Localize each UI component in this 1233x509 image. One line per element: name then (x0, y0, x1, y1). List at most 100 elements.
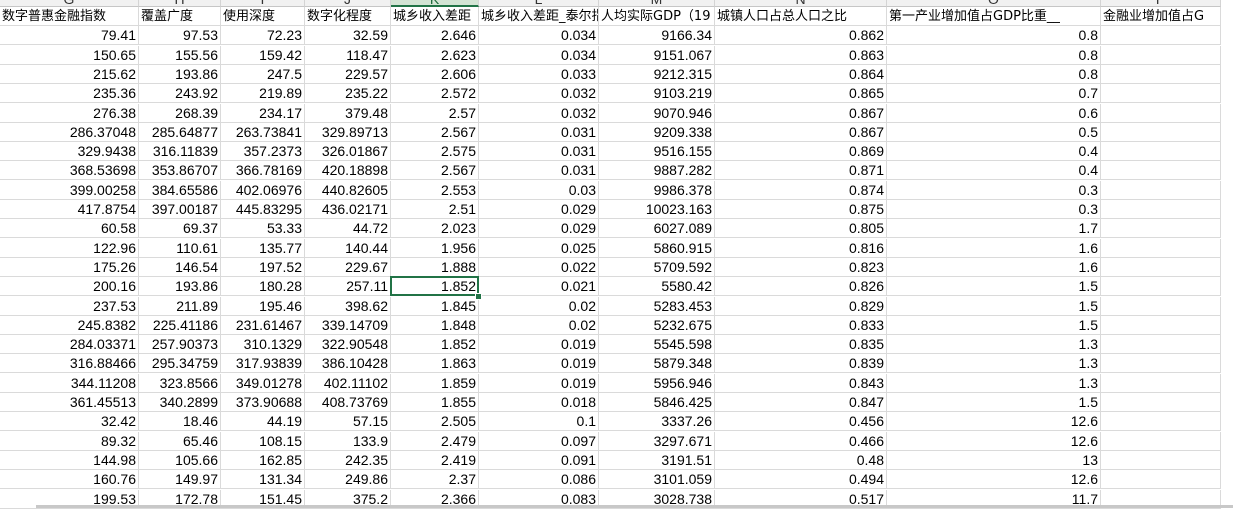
cell-p11[interactable] (1101, 200, 1221, 219)
cell-j7[interactable]: 329.89713 (305, 122, 391, 142)
cell-n24[interactable]: 0.48 (715, 450, 887, 470)
cell-n13[interactable]: 0.816 (715, 238, 887, 258)
cell-h18[interactable]: 257.90373 (139, 335, 221, 355)
cell-m6[interactable]: 9070.946 (599, 103, 715, 123)
header-cell-l[interactable]: 城乡收入差距_泰尔指数 (479, 7, 599, 26)
cell-m3[interactable]: 9151.067 (599, 45, 715, 65)
cell-m11[interactable]: 10023.163 (599, 200, 715, 219)
cell-i19[interactable]: 317.93839 (221, 354, 305, 374)
cell-h12[interactable]: 69.37 (139, 219, 221, 239)
cell-p3[interactable] (1101, 45, 1221, 65)
cell-g3[interactable]: 150.65 (0, 45, 139, 65)
header-cell-p[interactable]: 金融业增加值占G (1101, 7, 1221, 26)
cell-h10[interactable]: 384.65586 (139, 180, 221, 200)
cell-n18[interactable]: 0.835 (715, 335, 887, 355)
cell-m8[interactable]: 9516.155 (599, 142, 715, 162)
cell-j23[interactable]: 133.9 (305, 431, 391, 451)
cell-o12[interactable]: 1.7 (887, 219, 1101, 239)
cell-n4[interactable]: 0.864 (715, 64, 887, 84)
cell-p8[interactable] (1101, 142, 1221, 162)
cell-i10[interactable]: 402.06976 (221, 180, 305, 200)
cell-o8[interactable]: 0.4 (887, 142, 1101, 162)
cell-i13[interactable]: 135.77 (221, 238, 305, 258)
cell-p19[interactable] (1101, 354, 1221, 374)
cell-p13[interactable] (1101, 238, 1221, 258)
cell-h22[interactable]: 18.46 (139, 412, 221, 432)
cell-m22[interactable]: 3337.26 (599, 412, 715, 432)
cell-g18[interactable]: 284.03371 (0, 335, 139, 355)
cell-j16[interactable]: 398.62 (305, 296, 391, 316)
cell-j13[interactable]: 140.44 (305, 238, 391, 258)
cell-p16[interactable] (1101, 296, 1221, 316)
cell-i5[interactable]: 219.89 (221, 84, 305, 104)
cell-i8[interactable]: 357.2373 (221, 142, 305, 162)
cell-h23[interactable]: 65.46 (139, 431, 221, 451)
cell-k13[interactable]: 1.956 (391, 238, 479, 258)
cell-k12[interactable]: 2.023 (391, 219, 479, 239)
cell-p10[interactable] (1101, 180, 1221, 200)
cell-j9[interactable]: 420.18898 (305, 161, 391, 181)
cell-n7[interactable]: 0.867 (715, 122, 887, 142)
cell-j22[interactable]: 57.15 (305, 412, 391, 432)
cell-g14[interactable]: 175.26 (0, 257, 139, 277)
cell-j20[interactable]: 402.11102 (305, 373, 391, 393)
cell-k21[interactable]: 1.855 (391, 393, 479, 412)
cell-h13[interactable]: 110.61 (139, 238, 221, 258)
header-cell-m[interactable]: 人均实际GDP（19 (599, 7, 715, 26)
cell-g9[interactable]: 368.53698 (0, 161, 139, 181)
cell-n12[interactable]: 0.805 (715, 219, 887, 239)
column-header-j[interactable]: J (305, 0, 391, 7)
cell-m15[interactable]: 5580.42 (599, 277, 715, 297)
cell-i20[interactable]: 349.01278 (221, 373, 305, 393)
column-header-g[interactable]: G (0, 0, 139, 7)
cell-g10[interactable]: 399.00258 (0, 180, 139, 200)
cell-k3[interactable]: 2.623 (391, 45, 479, 65)
cell-k4[interactable]: 2.606 (391, 64, 479, 84)
cell-l7[interactable]: 0.031 (479, 122, 599, 142)
cell-i14[interactable]: 197.52 (221, 257, 305, 277)
cell-m7[interactable]: 9209.338 (599, 122, 715, 142)
cell-g16[interactable]: 237.53 (0, 296, 139, 316)
cell-h15[interactable]: 193.86 (139, 277, 221, 297)
cell-h3[interactable]: 155.56 (139, 45, 221, 65)
cell-o16[interactable]: 1.5 (887, 296, 1101, 316)
cell-m20[interactable]: 5956.946 (599, 373, 715, 393)
cell-m4[interactable]: 9212.315 (599, 64, 715, 84)
cell-o2[interactable]: 0.8 (887, 26, 1101, 46)
cell-l22[interactable]: 0.1 (479, 412, 599, 432)
cell-h5[interactable]: 243.92 (139, 84, 221, 104)
cell-l4[interactable]: 0.033 (479, 64, 599, 84)
cell-j10[interactable]: 440.82605 (305, 180, 391, 200)
cell-j6[interactable]: 379.48 (305, 103, 391, 123)
cell-l15[interactable]: 0.021 (479, 277, 599, 297)
cell-n25[interactable]: 0.494 (715, 470, 887, 490)
cell-p23[interactable] (1101, 431, 1221, 451)
cell-p5[interactable] (1101, 84, 1221, 104)
cell-o3[interactable]: 0.8 (887, 45, 1101, 65)
cell-n15[interactable]: 0.826 (715, 277, 887, 297)
cell-i4[interactable]: 247.5 (221, 64, 305, 84)
cell-j3[interactable]: 118.47 (305, 45, 391, 65)
cell-g4[interactable]: 215.62 (0, 64, 139, 84)
cell-h24[interactable]: 105.66 (139, 450, 221, 470)
cell-h16[interactable]: 211.89 (139, 296, 221, 316)
cell-j11[interactable]: 436.02171 (305, 200, 391, 219)
cell-l8[interactable]: 0.031 (479, 142, 599, 162)
cell-m17[interactable]: 5232.675 (599, 315, 715, 335)
cell-g2[interactable]: 79.41 (0, 26, 139, 46)
cell-g11[interactable]: 417.8754 (0, 200, 139, 219)
cell-g15[interactable]: 200.16 (0, 277, 139, 297)
cell-n11[interactable]: 0.875 (715, 200, 887, 219)
cell-k6[interactable]: 2.57 (391, 103, 479, 123)
cell-k9[interactable]: 2.567 (391, 161, 479, 181)
cell-j21[interactable]: 408.73769 (305, 393, 391, 412)
cell-l20[interactable]: 0.019 (479, 373, 599, 393)
cell-l18[interactable]: 0.019 (479, 335, 599, 355)
cell-i22[interactable]: 44.19 (221, 412, 305, 432)
cell-j4[interactable]: 229.57 (305, 64, 391, 84)
cell-n14[interactable]: 0.823 (715, 257, 887, 277)
cell-o4[interactable]: 0.8 (887, 64, 1101, 84)
cell-j2[interactable]: 32.59 (305, 26, 391, 46)
cell-k25[interactable]: 2.37 (391, 470, 479, 490)
cell-p14[interactable] (1101, 257, 1221, 277)
